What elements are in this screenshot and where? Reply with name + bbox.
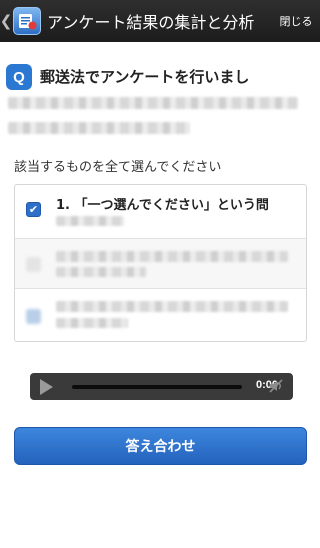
question-text-blurred-line: [8, 122, 190, 134]
option-text-blurred-line: [56, 216, 124, 226]
question-title: 郵送法でアンケートを行いまし: [40, 68, 250, 86]
mute-icon[interactable]: [268, 378, 284, 394]
top-bar: ❮ アンケート結果の集計と分析 閉じる: [0, 0, 320, 42]
app-title: アンケート結果の集計と分析: [47, 13, 255, 32]
question-instruction: 該当するものを全て選んでください: [14, 160, 222, 175]
options-list: ✔ 1. 「一つ選んでください」という問: [14, 184, 307, 342]
app-icon: [13, 7, 41, 35]
question-badge: Q: [6, 64, 32, 90]
option-label: 1. 「一つ選んでください」という問: [56, 198, 269, 213]
app-logo-icon: [19, 14, 37, 30]
option-item[interactable]: ✔ 1. 「一つ選んでください」という問: [15, 185, 306, 239]
checkbox-icon[interactable]: [26, 257, 41, 272]
close-button[interactable]: 閉じる: [278, 8, 314, 34]
audio-seek-bar[interactable]: [72, 385, 242, 389]
option-text-blurred-line: [56, 251, 288, 262]
back-button[interactable]: ❮: [0, 0, 12, 42]
play-icon[interactable]: [40, 379, 53, 395]
checkbox-icon[interactable]: [26, 309, 41, 324]
check-answer-button[interactable]: 答え合わせ: [14, 427, 307, 465]
option-item[interactable]: [15, 289, 306, 341]
option-text-blurred-line: [56, 318, 128, 328]
option-text-blurred-line: [56, 267, 146, 277]
question-text-blurred-line: [8, 97, 298, 109]
audio-player: 0:00: [30, 373, 293, 400]
option-item[interactable]: [15, 239, 306, 289]
checkbox-checked-icon[interactable]: ✔: [26, 202, 41, 217]
option-text-blurred-line: [56, 301, 288, 312]
